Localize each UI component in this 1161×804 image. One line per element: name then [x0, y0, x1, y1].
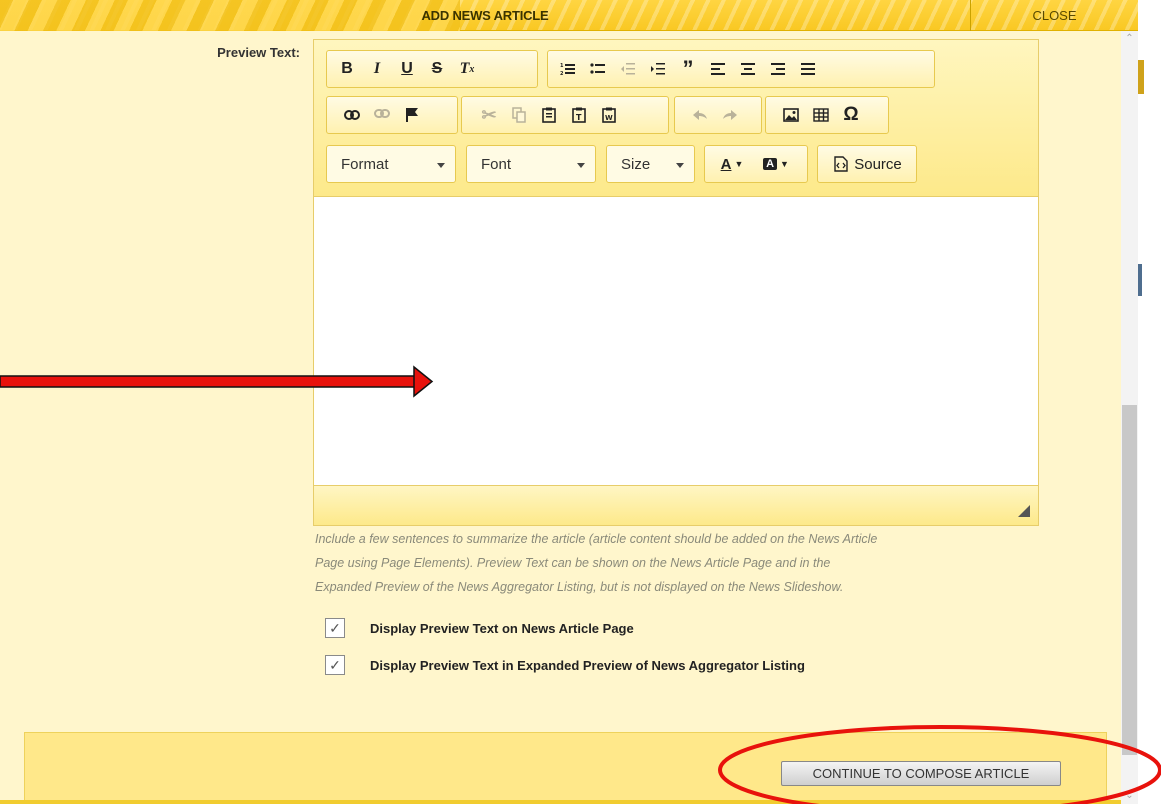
- display-on-article-page-label: Display Preview Text on News Article Pag…: [370, 620, 634, 636]
- color-group: A ▼ A ▼: [704, 145, 808, 183]
- help-line: Include a few sentences to summarize the…: [315, 532, 878, 546]
- align-center-icon[interactable]: [733, 54, 763, 84]
- svg-text:2: 2: [560, 71, 564, 76]
- rich-text-editor: B I U S Tx 12 ” ✂ T W Ω Format Font Size…: [313, 39, 1039, 526]
- svg-text:W: W: [605, 114, 613, 122]
- help-line: Page using Page Elements). Preview Text …: [315, 556, 831, 570]
- basic-styles-group: B I U S Tx: [326, 50, 538, 88]
- paste-text-icon[interactable]: T: [564, 100, 594, 130]
- vertical-scrollbar[interactable]: ⌃ ⌄: [1121, 31, 1138, 804]
- scrollbar-thumb[interactable]: [1122, 405, 1137, 755]
- continue-to-compose-button[interactable]: CONTINUE TO COMPOSE ARTICLE: [781, 761, 1061, 786]
- size-dropdown-label: Size: [621, 156, 651, 173]
- format-dropdown[interactable]: Format: [326, 145, 456, 183]
- chevron-down-icon: [676, 163, 684, 168]
- justify-icon[interactable]: [793, 54, 823, 84]
- outdent-icon[interactable]: [613, 54, 643, 84]
- scroll-up-icon[interactable]: ⌃: [1121, 31, 1138, 47]
- preview-text-label: Preview Text:: [217, 45, 300, 60]
- display-on-article-page-row: ✓ Display Preview Text on News Article P…: [325, 618, 634, 638]
- text-color-icon: A: [720, 155, 732, 173]
- display-in-aggregator-checkbox[interactable]: ✓: [325, 655, 345, 675]
- underline-button[interactable]: U: [392, 54, 422, 84]
- close-button[interactable]: CLOSE: [970, 0, 1138, 31]
- paste-icon[interactable]: [534, 100, 564, 130]
- modal-body: Preview Text: B I U S Tx 12 ” ✂ T W Ω Fo…: [0, 31, 1138, 804]
- svg-text:1: 1: [560, 63, 564, 69]
- bg-color-icon: A: [763, 158, 778, 170]
- clipboard-group: ✂ T W: [461, 96, 669, 134]
- scroll-down-icon[interactable]: ⌄: [1121, 788, 1138, 804]
- chevron-down-icon: [437, 163, 445, 168]
- font-dropdown[interactable]: Font: [466, 145, 596, 183]
- paragraph-group: 12 ”: [547, 50, 935, 88]
- strikethrough-button[interactable]: S: [422, 54, 452, 84]
- numbered-list-icon[interactable]: 12: [553, 54, 583, 84]
- table-icon[interactable]: [806, 100, 836, 130]
- source-label: Source: [854, 155, 902, 173]
- modal-titlebar: ADD NEWS ARTICLE CLOSE: [0, 0, 1138, 31]
- background-page-fragment: [1138, 60, 1144, 94]
- source-icon: [834, 156, 848, 172]
- footer-divider: [0, 800, 1138, 804]
- text-color-button[interactable]: A ▼: [713, 149, 751, 179]
- editor-statusbar: [314, 485, 1038, 525]
- svg-text:T: T: [576, 113, 582, 122]
- modal-title: ADD NEWS ARTICLE: [421, 8, 549, 23]
- blockquote-icon[interactable]: ”: [673, 54, 703, 84]
- align-left-icon[interactable]: [703, 54, 733, 84]
- editor-content-area[interactable]: [314, 197, 1038, 485]
- bulleted-list-icon[interactable]: [583, 54, 613, 84]
- bg-color-button[interactable]: A ▼: [757, 149, 795, 179]
- preview-help-text: Include a few sentences to summarize the…: [315, 527, 1055, 599]
- source-button[interactable]: Source: [822, 149, 914, 179]
- font-dropdown-label: Font: [481, 156, 512, 173]
- format-dropdown-label: Format: [341, 156, 389, 173]
- anchor-flag-icon[interactable]: [397, 100, 427, 130]
- source-group: Source: [817, 145, 917, 183]
- display-in-aggregator-label: Display Preview Text in Expanded Preview…: [370, 657, 805, 673]
- image-icon[interactable]: [776, 100, 806, 130]
- undo-group: [674, 96, 762, 134]
- resize-handle-icon[interactable]: [1018, 505, 1030, 517]
- display-in-aggregator-row: ✓ Display Preview Text in Expanded Previ…: [325, 655, 805, 675]
- size-dropdown[interactable]: Size: [606, 145, 695, 183]
- redo-icon[interactable]: [715, 100, 745, 130]
- editor-toolbar: B I U S Tx 12 ” ✂ T W Ω Format Font Size…: [314, 40, 1038, 197]
- links-group: [326, 96, 458, 134]
- background-page-edge: [1138, 0, 1161, 804]
- cut-icon[interactable]: ✂: [474, 100, 504, 130]
- italic-button[interactable]: I: [362, 54, 392, 84]
- indent-icon[interactable]: [643, 54, 673, 84]
- link-icon[interactable]: [337, 100, 367, 130]
- add-news-article-modal: ADD NEWS ARTICLE CLOSE Preview Text: B I…: [0, 0, 1138, 804]
- unlink-icon[interactable]: [367, 100, 397, 130]
- insert-group: Ω: [765, 96, 889, 134]
- copy-icon[interactable]: [504, 100, 534, 130]
- background-page-fragment: [1138, 264, 1142, 296]
- special-char-icon[interactable]: Ω: [836, 100, 866, 130]
- display-on-article-page-checkbox[interactable]: ✓: [325, 618, 345, 638]
- chevron-down-icon: [577, 163, 585, 168]
- undo-icon[interactable]: [685, 100, 715, 130]
- align-right-icon[interactable]: [763, 54, 793, 84]
- remove-format-button[interactable]: Tx: [452, 54, 482, 84]
- bold-button[interactable]: B: [332, 54, 362, 84]
- paste-word-icon[interactable]: W: [594, 100, 624, 130]
- help-line: Expanded Preview of the News Aggregator …: [315, 580, 844, 594]
